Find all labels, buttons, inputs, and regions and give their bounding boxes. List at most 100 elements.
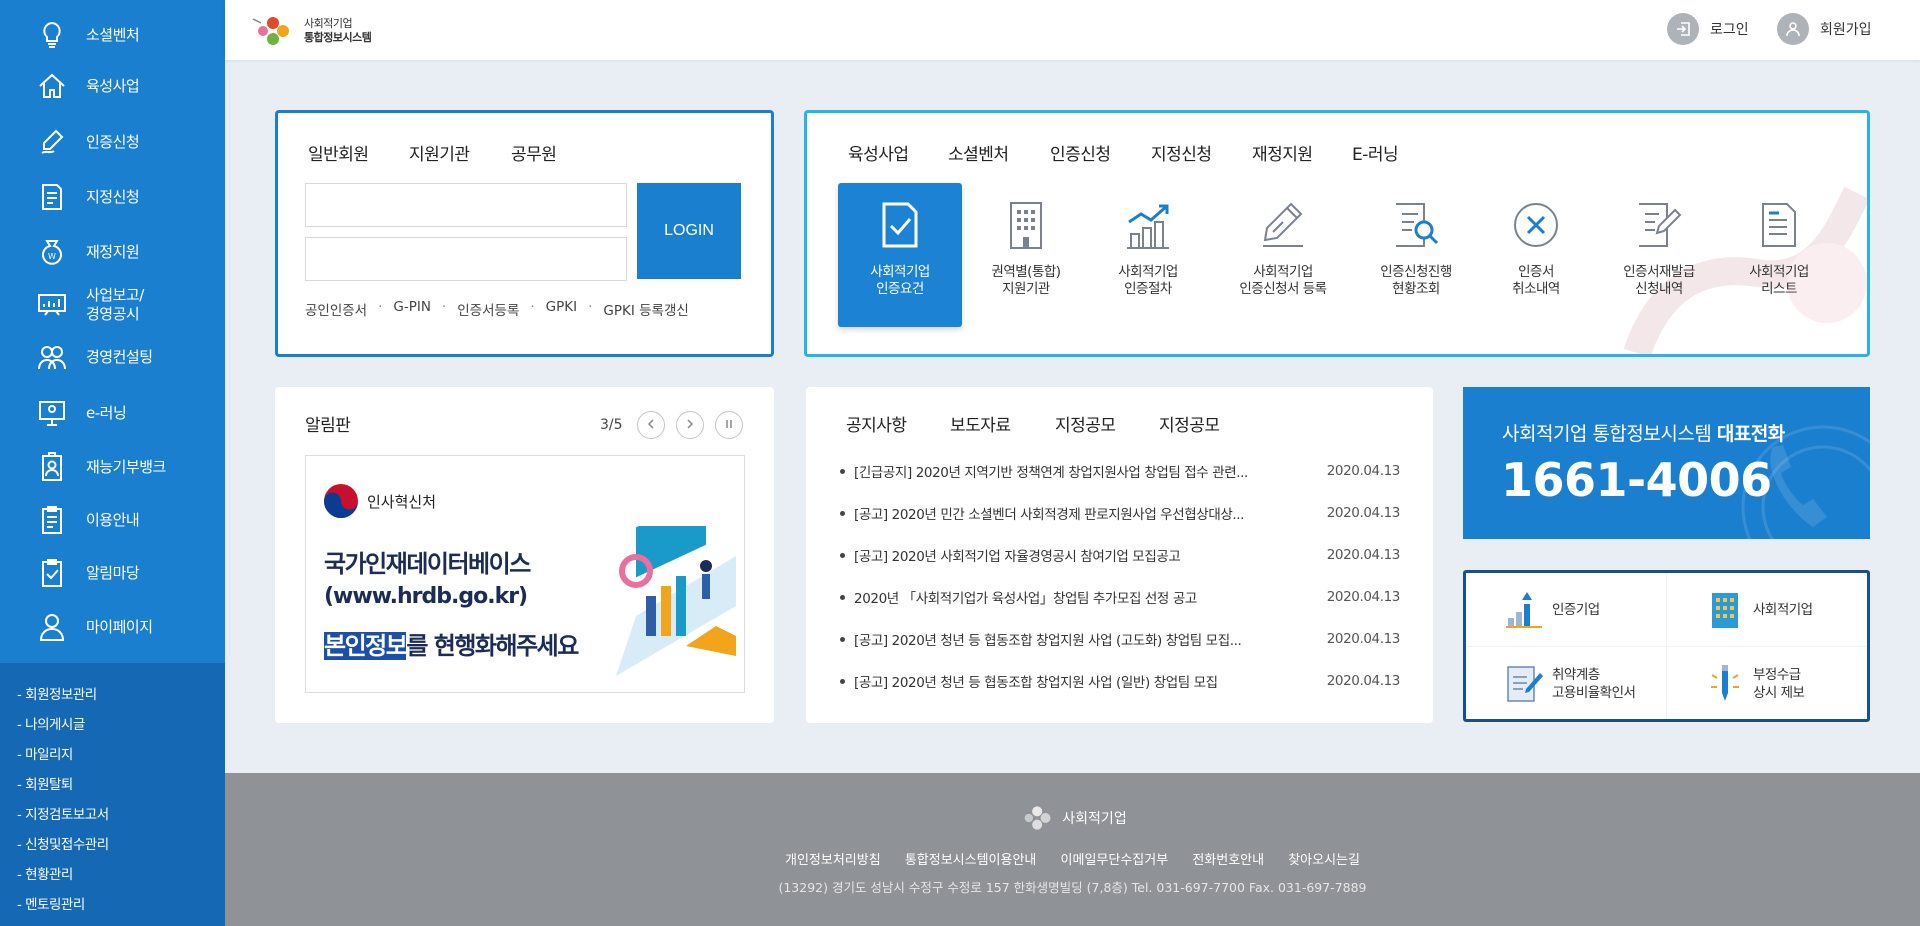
chevron-left-icon [646,417,656,433]
tab-support-org[interactable]: 지원기관 [409,140,470,165]
footer-link-terms[interactable]: 통합정보시스템이용안내 [905,853,1037,868]
tab-certification[interactable]: 인증신청 [1046,140,1115,167]
footer-link-email-policy[interactable]: 이메일무단수집거부 [1061,853,1169,868]
sidebar-item-designation[interactable]: 지정신청 [0,175,225,219]
footer-logo-mark-icon [1024,806,1051,830]
id-input[interactable] [305,183,627,227]
login-button[interactable]: LOGIN [637,183,741,279]
notice-row[interactable]: [공고] 2020년 사회적기업 자율경영공시 참여기업 모집공고 2020.04… [840,545,1400,565]
sidebar-item-label: 마이페이지 [86,617,153,636]
hotline-box: 사회적기업 통합정보시스템 대표전화 1661-4006 [1463,387,1870,539]
notice-row[interactable]: [공고] 2020년 청년 등 협동조합 창업지원 사업 (고도화) 창업팀 모… [840,629,1400,649]
sidebar-item-talent-bank[interactable]: 재능기부뱅크 [0,445,225,489]
submenu-item[interactable]: - 지정검토보고서 [17,803,109,823]
footer-address: (13292) 경기도 성남시 수정구 수정로 157 한화생명빌딩 (7,8층… [778,880,1367,895]
hotline-caption: 사회적기업 통합정보시스템 대표전화 [1502,423,1785,445]
chevron-right-icon [685,417,695,433]
tab-civil-servant[interactable]: 공무원 [506,140,561,167]
quick-employment-ratio[interactable]: 취약계층 고용비율확인서 [1466,647,1666,720]
tab-designation-contest-2[interactable]: 지정공모 [1159,411,1220,436]
footer-link-phone[interactable]: 전화번호안내 [1192,853,1264,868]
site-logo[interactable]: 사회적기업 통합정보시스템 [251,13,372,49]
submenu-item[interactable]: - 회원탈퇴 [17,773,73,793]
money-bag-icon: W [37,237,67,267]
separator: · [441,299,447,315]
logo-mark-icon [252,17,289,45]
service-cert-reissue[interactable]: 인증서재발급 신청내역 [1597,183,1721,327]
service-support-orgs[interactable]: 권역별(통합) 지원기관 [964,183,1088,327]
header: 사회적기업 통합정보시스템 로그인 회원가입 [225,0,1920,60]
tab-elearning[interactable]: E-러닝 [1352,140,1399,165]
notice-row[interactable]: 2020년 「사회적기업가 육성사업」창업팀 추가모집 선정 공고 2020.04… [840,587,1400,607]
sidebar-item-label: 소셜벤처 [86,25,140,44]
tab-designation[interactable]: 지정신청 [1151,140,1212,165]
quick-certified-enterprise[interactable]: 인증기업 [1466,573,1666,646]
sidebar-item-guide[interactable]: 이용안내 [0,498,225,542]
bar-growth-icon [1504,587,1544,633]
tab-general-member[interactable]: 일반회원 [308,140,369,165]
sidebar-item-notice[interactable]: 알림마당 [0,551,225,595]
sidebar-item-label: 사업보고/ 경영공시 [86,286,144,323]
submenu-item[interactable]: - 마일리지 [17,743,73,763]
cert-link-gpki-renew[interactable]: GPKI 등록갱신 [603,299,688,319]
board-title: 알림판 [305,416,351,436]
building-icon [998,197,1054,253]
user-icon [1777,13,1809,45]
cert-link-gpin[interactable]: G-PIN [393,299,431,319]
document-icon [37,182,67,212]
sidebar-item-certification[interactable]: 인증신청 [0,120,225,164]
service-cert-cancel[interactable]: 인증서 취소내역 [1474,183,1598,327]
service-cert-application[interactable]: 사회적기업 인증신청서 등록 [1221,183,1345,327]
pause-button[interactable] [715,411,743,439]
submenu-item[interactable]: - 현황관리 [17,863,73,883]
sidebar-item-elearning[interactable]: e-러닝 [0,391,225,435]
tab-designation-contest[interactable]: 지정공모 [1055,411,1116,436]
lightbulb-icon [37,20,67,50]
sidebar-item-social-venture[interactable]: 소셜벤처 [0,13,225,57]
tab-incubation[interactable]: 육성사업 [848,140,909,165]
sidebar-item-report[interactable]: 사업보고/ 경영공시 [0,283,225,327]
tab-notices[interactable]: 공지사항 [842,411,911,438]
signup-link[interactable]: 회원가입 [1777,13,1872,45]
footer-link-privacy[interactable]: 개인정보처리방침 [785,853,881,868]
tab-social-venture[interactable]: 소셜벤처 [948,140,1009,165]
password-input[interactable] [305,237,627,281]
separator: · [378,299,383,315]
quick-fraud-report[interactable]: 부정수급 상시 제보 [1667,647,1867,720]
sidebar-item-mypage[interactable]: 마이페이지 [0,605,225,649]
submenu-item[interactable]: - 멘토링관리 [17,893,85,913]
sidebar-item-finance[interactable]: W 재정지원 [0,230,225,274]
submenu-item[interactable]: - 회원정보관리 [17,683,97,703]
submenu-item[interactable]: - 신청및접수관리 [17,833,109,853]
sidebar-item-consulting[interactable]: 경영컨설팅 [0,335,225,379]
submenu-item[interactable]: - 나의게시글 [17,713,85,733]
sidebar-item-label: 재정지원 [86,242,140,261]
cert-link-public[interactable]: 공인인증서 [305,299,367,319]
quick-social-enterprise[interactable]: 사회적기업 [1667,573,1867,646]
document-search-icon [1388,197,1444,253]
service-cert-status[interactable]: 인증신청진행 현황조회 [1354,183,1478,327]
tab-press[interactable]: 보도자료 [950,411,1011,436]
tab-finance[interactable]: 재정지원 [1252,140,1313,165]
service-enterprise-list[interactable]: 사회적기업 리스트 [1717,183,1841,327]
document-pen-icon [1504,661,1544,707]
next-button[interactable] [676,411,704,439]
footer-link-directions[interactable]: 찾아오시는길 [1288,853,1360,868]
banner-line2: (www.hrdb.go.kr) [324,584,528,609]
service-cert-requirements[interactable]: 사회적기업 인증요건 [838,183,962,327]
banner-slide[interactable]: 인사혁신처 국가인재데이터베이스 (www.hrdb.go.kr) 본인정보를 … [305,455,745,693]
notice-row[interactable]: [공고] 2020년 청년 등 협동조합 창업지원 사업 (일반) 창업팀 모집… [840,671,1400,691]
sidebar-submenu: - 회원정보관리 - 나의게시글 - 마일리지 - 회원탈퇴 - 지정검토보고서… [0,663,225,926]
prev-button[interactable] [637,411,665,439]
home-icon [37,71,67,101]
cert-link-register[interactable]: 인증서등록 [457,299,519,319]
sidebar-item-label: 경영컨설팅 [86,347,153,366]
notice-row[interactable]: [긴급공지] 2020년 지역기반 정책연계 창업지원사업 창업팀 접수 관련.… [840,461,1400,481]
sidebar-item-label: 이용안내 [86,510,140,529]
service-cert-procedure[interactable]: 사회적기업 인증절차 [1086,183,1210,327]
cert-link-gpki[interactable]: GPKI [546,299,577,319]
notice-row[interactable]: [공고] 2020년 민간 소셜벤더 사회적경제 판로지원사업 우선협상대상..… [840,503,1400,523]
login-link[interactable]: 로그인 [1667,13,1749,45]
sidebar-item-incubation[interactable]: 육성사업 [0,64,225,108]
chart-growth-icon [1120,197,1176,253]
